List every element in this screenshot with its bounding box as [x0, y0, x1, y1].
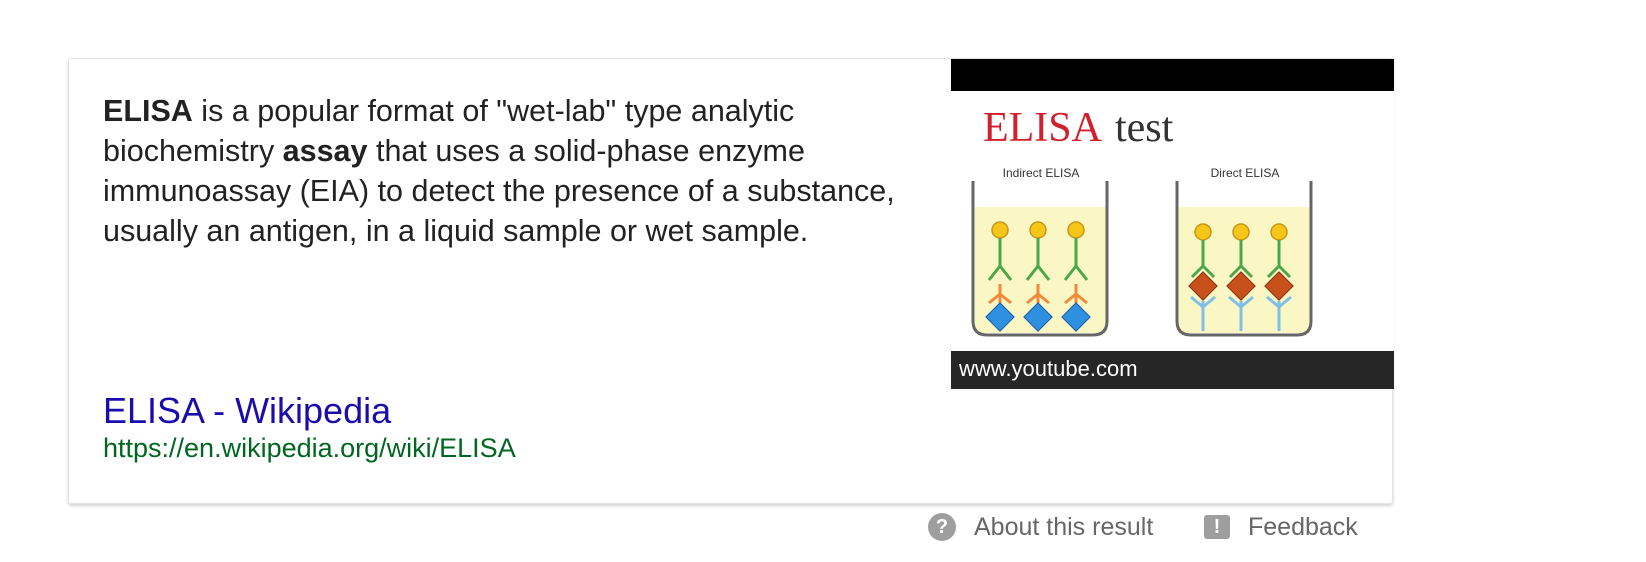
about-this-result-link[interactable]: ? About this result — [928, 510, 1153, 544]
elisa-diagram: ELISA test Indirect ELISA Direct ELISA — [971, 105, 1313, 337]
direct-beaker — [1175, 181, 1313, 337]
featured-snippet: ELISA is a popular format of "wet-lab" t… — [103, 91, 903, 251]
thumbnail-source-caption: www.youtube.com — [951, 351, 1394, 389]
snippet-term: ELISA — [103, 94, 193, 128]
knowledge-card: ELISA is a popular format of "wet-lab" t… — [68, 58, 1394, 504]
snippet-bold-assay: assay — [282, 134, 368, 168]
exclamation-icon: ! — [1204, 515, 1230, 539]
thumbnail-top-bar — [951, 59, 1394, 91]
label-indirect: Indirect ELISA — [1003, 166, 1080, 180]
thumbnail-image[interactable]: ELISA test Indirect ELISA Direct ELISA w… — [951, 59, 1394, 389]
feedback-label: Feedback — [1248, 513, 1358, 541]
diagram-heading-red: ELISA — [983, 105, 1103, 151]
about-this-result-label: About this result — [974, 513, 1154, 541]
feedback-link[interactable]: ! Feedback — [1204, 510, 1358, 544]
label-direct: Direct ELISA — [1211, 166, 1280, 180]
question-icon: ? — [928, 513, 956, 541]
indirect-beaker — [971, 181, 1109, 337]
result-title-link[interactable]: ELISA - Wikipedia — [103, 391, 391, 431]
diagram-heading-dark: test — [1115, 105, 1174, 151]
result-url: https://en.wikipedia.org/wiki/ELISA — [103, 433, 516, 463]
